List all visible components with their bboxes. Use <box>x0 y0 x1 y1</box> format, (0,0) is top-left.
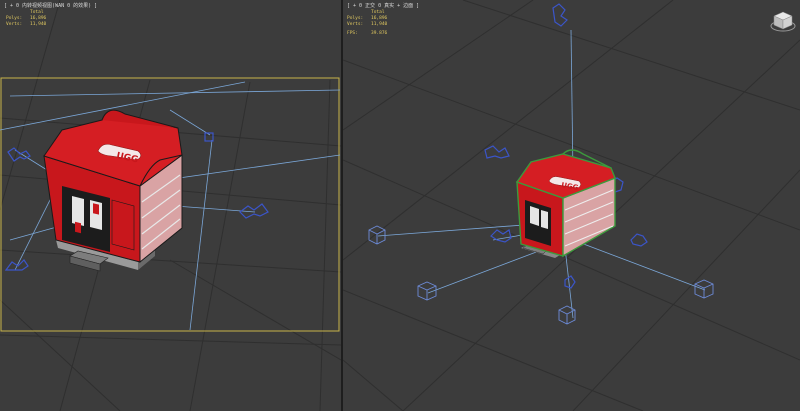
perspective-viewport-right[interactable]: UGG [ + 0 正交 0 真实 + 边面 ] Total Polys: 16… <box>343 0 800 411</box>
stats-overlay-left: Total Polys: 16,896 Verts: 11,940 <box>6 10 46 28</box>
stats-row-verts: Verts: 11,940 <box>347 22 387 28</box>
stats-row-verts: Verts: 11,940 <box>6 22 46 28</box>
stats-row-fps: FPS: 39.876 <box>347 31 387 37</box>
stats-key: FPS: <box>347 31 358 36</box>
stats-value: 11,940 <box>371 22 388 27</box>
left-scene[interactable]: UGG <box>0 0 341 411</box>
stats-value: 39.876 <box>371 31 388 36</box>
stats-value: 11,940 <box>30 22 47 27</box>
kiosk-model[interactable]: UGG <box>43 109 183 272</box>
kiosk-model[interactable]: UGG <box>515 149 616 258</box>
perspective-viewport-left[interactable]: UGG [ + 0 内转视频视图(WAN 0 的效果) ] Total Poly… <box>0 0 341 411</box>
stats-key: Verts: <box>347 22 364 27</box>
stats-key: Verts: <box>6 22 23 27</box>
stats-overlay-right: Total Polys: 16,896 Verts: 11,940 FPS: 3… <box>347 10 387 37</box>
viewport-label-left[interactable]: [ + 0 内转视频视图(WAN 0 的效果) ] <box>4 2 97 9</box>
viewport-label-right[interactable]: [ + 0 正交 0 真实 + 边面 ] <box>347 2 419 9</box>
right-scene[interactable]: UGG <box>343 0 800 411</box>
viewcube-icon[interactable] <box>770 8 796 34</box>
